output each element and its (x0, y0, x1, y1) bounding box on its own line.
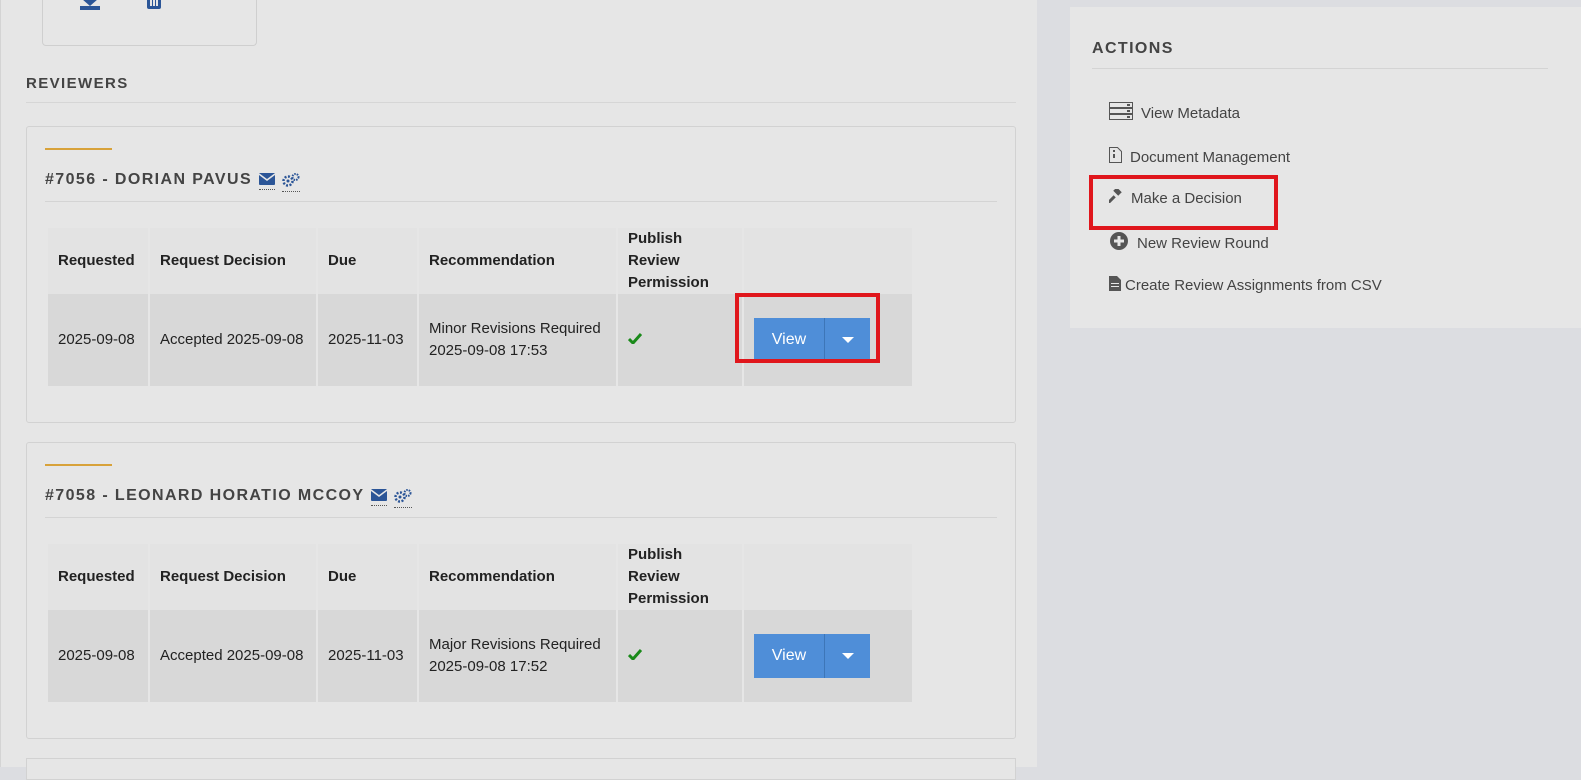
col-requested: Requested (48, 544, 148, 610)
col-requested: Requested (48, 228, 148, 294)
cell-recommendation: Minor Revisions Required 2025-09-08 17:5… (419, 294, 616, 386)
col-due: Due (318, 544, 417, 610)
cell-publish-permission (618, 294, 742, 386)
plus-circle-icon (1109, 231, 1129, 255)
action-label: Create Review Assignments from CSV (1125, 277, 1382, 294)
col-request-decision: Request Decision (150, 544, 316, 610)
recommendation-text: Minor Revisions Required (429, 320, 601, 337)
reviewer-card: #7056 - DORIAN PAVUS Requested Request D… (26, 126, 1016, 423)
cell-request-decision: Accepted 2025-09-08 (150, 610, 316, 702)
file-icon (1109, 276, 1121, 295)
reviewers-section-title: REVIEWERS (26, 75, 1016, 103)
metadata-icon (1109, 102, 1133, 124)
action-document-management[interactable]: Document Management (1109, 147, 1290, 167)
action-label: New Review Round (1137, 234, 1269, 252)
view-button-group: View (754, 634, 870, 678)
actions-panel: ACTIONS View Metadata Document Managemen… (1070, 7, 1581, 328)
email-icon[interactable] (371, 489, 388, 506)
table-header-row: Requested Request Decision Due Recommend… (48, 544, 912, 610)
download-icon[interactable] (79, 0, 101, 15)
reviewer-header: #7056 - DORIAN PAVUS (45, 171, 997, 202)
col-publish-permission-line2: Permission (628, 590, 709, 607)
reviewer-header: #7058 - LEONARD HORATIO MCCOY (45, 487, 997, 518)
cell-actions: View (744, 610, 912, 702)
accent-line (45, 464, 112, 466)
table-row: 2025-09-08 Accepted 2025-09-08 2025-11-0… (48, 610, 912, 702)
action-label: View Metadata (1141, 104, 1240, 122)
reviewer-name: #7056 - DORIAN PAVUS (45, 171, 253, 188)
col-publish-permission-line1: Publish Review (628, 230, 683, 269)
col-actions (744, 544, 912, 610)
file-actions-box (42, 0, 257, 46)
view-button[interactable]: View (754, 634, 824, 678)
highlight-box (735, 293, 880, 363)
document-icon (1109, 147, 1122, 167)
email-icon[interactable] (258, 173, 276, 190)
settings-icon[interactable] (282, 173, 301, 192)
main-content: REVIEWERS #7056 - DORIAN PAVUS Requested… (0, 0, 1037, 780)
col-publish-permission: Publish Review Permission (618, 544, 742, 610)
accent-line (45, 148, 112, 150)
action-create-review-assignments[interactable]: Create Review Assignments from CSV (1109, 276, 1382, 295)
recommendation-date: 2025-09-08 17:52 (429, 658, 548, 675)
actions-title: ACTIONS (1092, 40, 1548, 69)
cell-recommendation: Major Revisions Required 2025-09-08 17:5… (419, 610, 616, 702)
reviewer-name: #7058 - LEONARD HORATIO MCCOY (45, 487, 365, 504)
col-due: Due (318, 228, 417, 294)
col-publish-permission-line1: Publish Review (628, 546, 683, 585)
col-recommendation: Recommendation (419, 228, 616, 294)
reviewer-card-partial (26, 758, 1016, 780)
cell-requested: 2025-09-08 (48, 610, 148, 702)
recommendation-date: 2025-09-08 17:53 (429, 342, 548, 359)
col-publish-permission: Publish Review Permission (618, 228, 742, 294)
trash-icon[interactable] (147, 0, 161, 14)
highlight-box (1089, 175, 1278, 230)
cell-requested: 2025-09-08 (48, 294, 148, 386)
check-icon (627, 331, 643, 348)
check-icon (627, 647, 643, 664)
reviewer-table: Requested Request Decision Due Recommend… (46, 544, 914, 702)
col-request-decision: Request Decision (150, 228, 316, 294)
reviewer-card: #7058 - LEONARD HORATIO MCCOY Requested … (26, 442, 1016, 739)
action-view-metadata[interactable]: View Metadata (1109, 102, 1240, 124)
cell-request-decision: Accepted 2025-09-08 (150, 294, 316, 386)
cell-due: 2025-11-03 (318, 294, 417, 386)
table-header-row: Requested Request Decision Due Recommend… (48, 228, 912, 294)
action-new-review-round[interactable]: New Review Round (1109, 231, 1269, 255)
col-recommendation: Recommendation (419, 544, 616, 610)
col-actions (744, 228, 912, 294)
col-publish-permission-line2: Permission (628, 274, 709, 291)
cell-due: 2025-11-03 (318, 610, 417, 702)
view-dropdown-toggle[interactable] (824, 634, 870, 678)
cell-publish-permission (618, 610, 742, 702)
recommendation-text: Major Revisions Required (429, 636, 601, 653)
action-label: Document Management (1130, 148, 1291, 166)
settings-icon[interactable] (394, 489, 413, 508)
